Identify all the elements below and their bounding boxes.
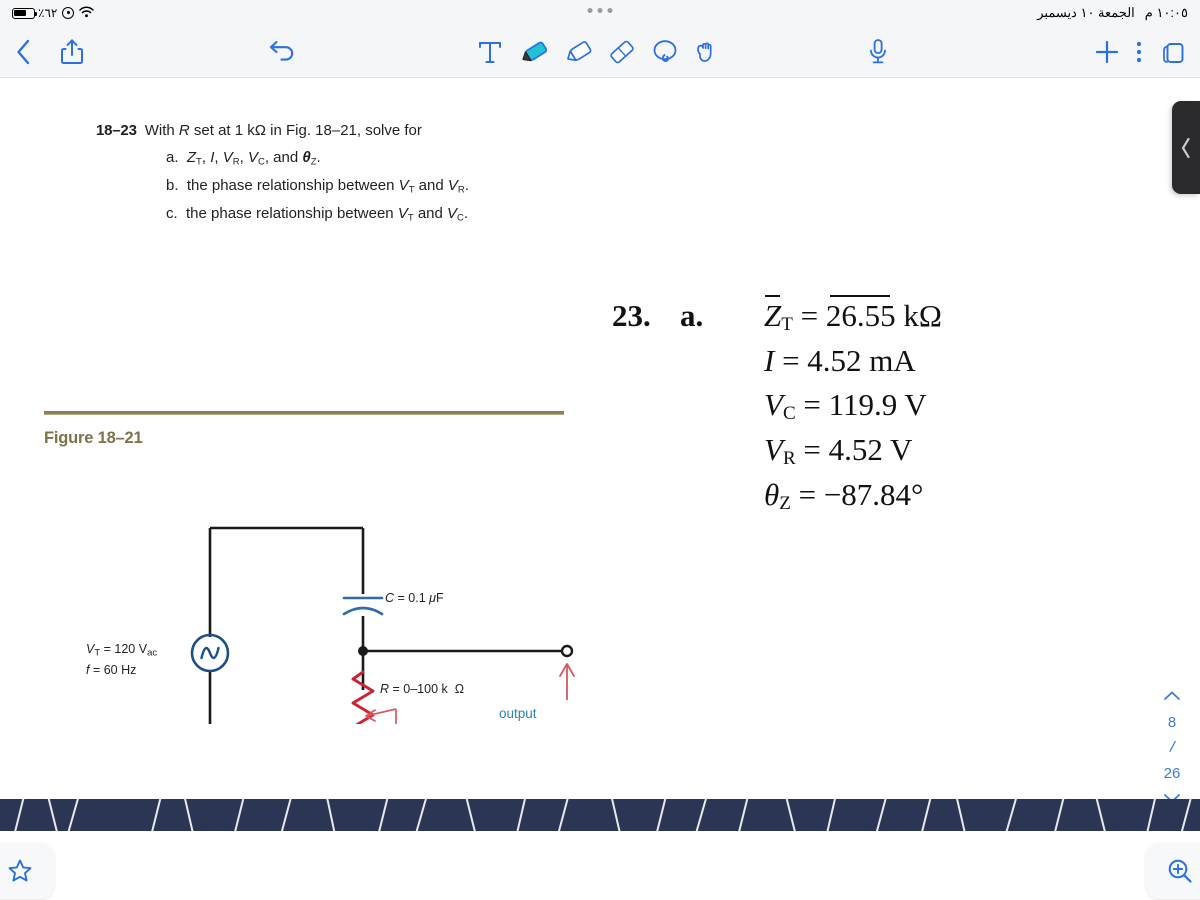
answer-problem-number: 23. [612, 298, 651, 333]
lasso-tool-icon [653, 39, 677, 62]
microphone-icon [870, 38, 886, 63]
answer-line-theta: θZ = −87.84° [764, 477, 924, 515]
problem-block: 18–23 With R set at 1 kΩ in Fig. 18–21, … [96, 123, 616, 223]
page-up-button[interactable] [1163, 688, 1181, 705]
answer-line-vc: VC = 119.9 V [764, 387, 927, 425]
battery-percent-label: ٪٦٢ [38, 6, 58, 20]
more-vertical-icon [1136, 41, 1142, 62]
eraser-tool-icon [610, 40, 634, 63]
figure-rule [44, 411, 564, 416]
status-bar-left: ٪٦٢ [12, 5, 95, 21]
output-label: output [499, 706, 537, 721]
microphone-button[interactable] [866, 37, 890, 67]
plus-icon [1095, 40, 1119, 63]
share-button[interactable] [60, 38, 84, 66]
answer-key-header: 23. a. ZT = 26.55 kΩ I = 4.52 mA VC = 11… [612, 294, 942, 519]
capacitor-label: C = 0.1 μF [385, 591, 444, 605]
page-filmstrip[interactable] [0, 799, 1200, 831]
location-icon [62, 7, 75, 19]
page-separator: / [1168, 738, 1177, 757]
problem-part-c: c. the phase relationship between VT and… [166, 204, 469, 224]
zoom-in-button[interactable] [1146, 843, 1200, 899]
problem-part-a: a. ZT, I, VR, VC, and θZ. [166, 149, 321, 168]
answer-part-letter: a. [680, 298, 704, 333]
status-bar: ٪٦٢ الجمعة ١٠ ديسمبر ١٠:٠٥ م [0, 0, 1200, 26]
pages-icon [1163, 42, 1184, 63]
problem-stem: With R set at 1 kΩ in Fig. 18–21, solve … [144, 122, 422, 139]
answer-lines: ZT = 26.55 kΩ I = 4.52 mA VC = 119.9 V V… [764, 294, 942, 519]
side-panel-tab[interactable] [1172, 101, 1200, 194]
source-label: VT = 120 Vac f = 60 Hz [86, 642, 158, 677]
chevron-left-icon [1181, 137, 1190, 158]
back-chevron-icon [17, 39, 30, 64]
page-navigator: 8 / 26 [1152, 688, 1192, 808]
highlighter-tool-button[interactable] [562, 37, 596, 67]
zoom-in-icon [1168, 859, 1192, 883]
resistor-label: R = 0–100 k Ω [380, 682, 465, 696]
document-page: 18–23 With R set at 1 kΩ in Fig. 18–21, … [0, 79, 1200, 799]
chevron-up-icon [1164, 691, 1180, 700]
back-button[interactable] [16, 39, 31, 65]
answer-line-vr: VR = 4.52 V [764, 432, 913, 470]
lasso-tool-button[interactable] [650, 37, 680, 67]
hand-tool-icon [697, 42, 712, 62]
circuit-diagram: C = 0.1 μF VT = 120 Vac f = 60 Hz R = 0–… [44, 444, 584, 724]
answer-line-zt: ZT = 26.55 kΩ [764, 298, 942, 336]
status-bar-date: الجمعة ١٠ ديسمبر [1037, 5, 1135, 20]
highlighter-tool-icon [567, 40, 592, 61]
multitask-dots[interactable] [587, 8, 613, 13]
battery-icon [12, 7, 38, 19]
problem-headline: 18–23 With R set at 1 kΩ in Fig. 18–21, … [96, 123, 616, 138]
answer-line-i: I = 4.52 mA [764, 343, 916, 379]
pen-tool-icon [522, 41, 548, 61]
battery-indicator: ٪٦٢ [12, 6, 57, 20]
app-toolbar [0, 26, 1200, 78]
text-tool-button[interactable] [476, 38, 504, 66]
app-root: ٪٦٢ الجمعة ١٠ ديسمبر ١٠:٠٥ م 18–23 With … [0, 0, 1200, 900]
add-button[interactable] [1094, 39, 1120, 65]
undo-button[interactable] [268, 39, 298, 65]
more-menu-button[interactable] [1134, 39, 1144, 65]
pen-tool-button[interactable] [518, 37, 552, 67]
bottom-bar [0, 831, 1200, 900]
share-icon [61, 38, 83, 64]
text-tool-icon [479, 41, 501, 63]
hand-tool-button[interactable] [692, 37, 722, 67]
problem-number: 18–23 [96, 122, 137, 139]
status-bar-right: الجمعة ١٠ ديسمبر ١٠:٠٥ م [1037, 5, 1188, 21]
bookmark-button[interactable] [0, 843, 54, 899]
undo-icon [269, 40, 294, 61]
pages-button[interactable] [1160, 38, 1188, 66]
problem-part-b: b. the phase relationship between VT and… [166, 176, 469, 196]
answer-key-block: 23. a. ZT = 26.55 kΩ I = 4.52 mA VC = 11… [612, 294, 942, 519]
eraser-tool-button[interactable] [606, 37, 638, 67]
total-page-count: 26 [1163, 765, 1181, 782]
current-page-number[interactable]: 8 [1168, 715, 1176, 730]
status-bar-time: ١٠:٠٥ م [1144, 5, 1188, 20]
wifi-icon [79, 5, 95, 21]
star-outline-icon [8, 859, 32, 882]
